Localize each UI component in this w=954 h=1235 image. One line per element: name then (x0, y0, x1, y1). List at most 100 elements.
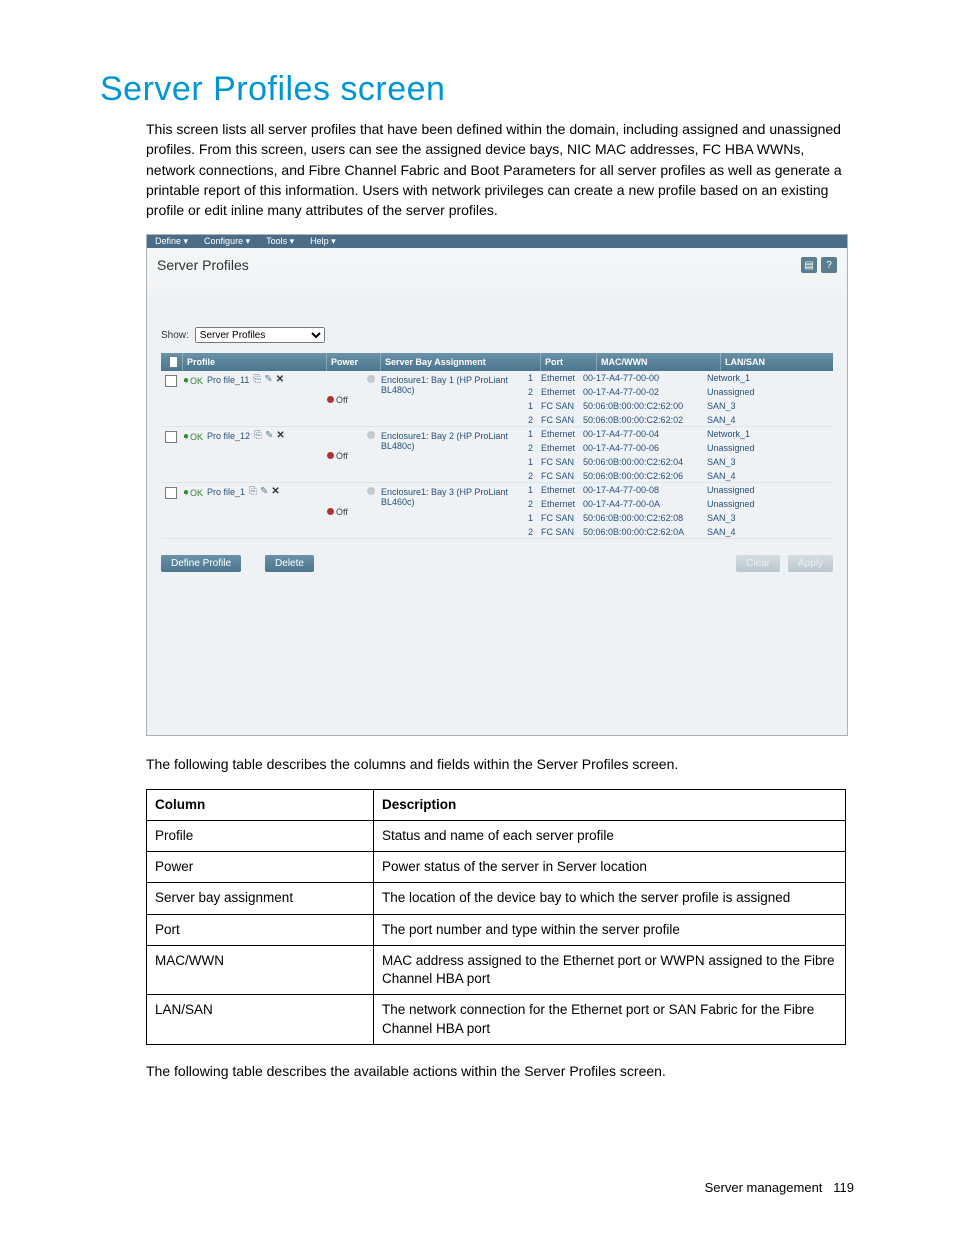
port-lan[interactable]: Unassigned (703, 499, 833, 509)
edit-icon[interactable]: ✎ (260, 487, 268, 497)
col-profile[interactable]: Profile (183, 353, 327, 371)
port-row: 2FC SAN50:06:0B:00:00:C2:62:02SAN_4 (523, 413, 833, 426)
apply-button[interactable]: Apply (788, 555, 833, 572)
row-checkbox[interactable] (165, 487, 177, 499)
col-port[interactable]: Port (541, 353, 597, 371)
port-num: 2 (523, 387, 537, 397)
port-mac: 50:06:0B:00:00:C2:62:0A (579, 527, 703, 537)
row-checkbox[interactable] (165, 375, 177, 387)
port-row: 1Ethernet00-17-A4-77-00-04Network_1 (523, 427, 833, 441)
desc-text: Status and name of each server profile (374, 821, 846, 852)
col-mac[interactable]: MAC/WWN (597, 353, 721, 371)
port-num: 2 (523, 415, 537, 425)
port-mac: 50:06:0B:00:00:C2:62:06 (579, 471, 703, 481)
port-num: 2 (523, 471, 537, 481)
delete-icon[interactable]: ✕ (276, 375, 284, 385)
port-lan[interactable]: SAN_4 (703, 471, 833, 481)
desc-col: Server bay assignment (147, 883, 374, 914)
desc-text: Power status of the server in Server loc… (374, 852, 846, 883)
desc-row: ProfileStatus and name of each server pr… (147, 821, 846, 852)
copy-icon[interactable]: ⎘ (253, 375, 261, 385)
intro-paragraph: This screen lists all server profiles th… (146, 119, 854, 220)
port-num: 2 (523, 499, 537, 509)
port-lan[interactable]: Unassigned (703, 387, 833, 397)
edit-icon[interactable]: ✎ (265, 431, 273, 441)
port-type: Ethernet (537, 443, 579, 453)
delete-icon[interactable]: ✕ (276, 431, 284, 441)
panel-title: Server Profiles (157, 257, 249, 273)
desc-row: Server bay assignmentThe location of the… (147, 883, 846, 914)
power-off-icon (327, 396, 334, 403)
port-mac: 50:06:0B:00:00:C2:62:04 (579, 457, 703, 467)
port-row: 2FC SAN50:06:0B:00:00:C2:62:06SAN_4 (523, 469, 833, 482)
port-lan[interactable]: Unassigned (703, 443, 833, 453)
menubar[interactable]: Define ▾ Configure ▾ Tools ▾ Help ▾ (147, 235, 847, 248)
edit-icon[interactable]: ✎ (264, 375, 272, 385)
port-lan[interactable]: Network_1 (703, 373, 833, 383)
menu-tools[interactable]: Tools ▾ (266, 236, 294, 247)
copy-icon[interactable]: ⎘ (254, 431, 262, 441)
menu-help[interactable]: Help ▾ (310, 236, 336, 247)
port-mac: 50:06:0B:00:00:C2:62:08 (579, 513, 703, 523)
status-ok-icon: OK (183, 431, 199, 442)
port-type: Ethernet (537, 373, 579, 383)
desc-text: The network connection for the Ethernet … (374, 995, 846, 1044)
delete-icon[interactable]: ✕ (271, 487, 279, 497)
port-type: FC SAN (537, 415, 579, 425)
col-power[interactable]: Power (327, 353, 381, 371)
bay-assignment[interactable]: Enclosure1: Bay 2 (HP ProLiant BL480c) (377, 429, 523, 482)
port-num: 1 (523, 429, 537, 439)
columns-description-table: Column Description ProfileStatus and nam… (146, 789, 846, 1045)
desc-row: PortThe port number and type within the … (147, 914, 846, 945)
profile-link[interactable]: Pro file_12 (207, 431, 250, 441)
port-num: 2 (523, 527, 537, 537)
delete-button[interactable]: Delete (265, 555, 314, 572)
port-mac: 00-17-A4-77-00-04 (579, 429, 703, 439)
uid-icon[interactable] (367, 375, 375, 383)
app-screenshot: Define ▾ Configure ▾ Tools ▾ Help ▾ Serv… (146, 234, 848, 736)
port-row: 2Ethernet00-17-A4-77-00-0AUnassigned (523, 497, 833, 511)
port-lan[interactable]: SAN_3 (703, 513, 833, 523)
profile-link[interactable]: Pro file_1 (207, 487, 245, 497)
port-row: 2Ethernet00-17-A4-77-00-06Unassigned (523, 441, 833, 455)
profile-link[interactable]: Pro file_11 (207, 375, 249, 385)
port-type: Ethernet (537, 485, 579, 495)
bay-assignment[interactable]: Enclosure1: Bay 1 (HP ProLiant BL480c) (377, 373, 523, 426)
desc-text: MAC address assigned to the Ethernet por… (374, 945, 846, 994)
menu-configure[interactable]: Configure ▾ (204, 236, 250, 247)
port-num: 1 (523, 457, 537, 467)
port-lan[interactable]: Unassigned (703, 485, 833, 495)
port-lan[interactable]: SAN_4 (703, 415, 833, 425)
port-type: Ethernet (537, 387, 579, 397)
port-row: 1FC SAN50:06:0B:00:00:C2:62:08SAN_3 (523, 511, 833, 525)
show-select[interactable]: Server Profiles (195, 327, 325, 343)
help-icon[interactable]: ? (821, 257, 837, 273)
select-all-checkbox[interactable] (169, 356, 178, 368)
desc-col: MAC/WWN (147, 945, 374, 994)
define-profile-button[interactable]: Define Profile (161, 555, 241, 572)
port-lan[interactable]: Network_1 (703, 429, 833, 439)
uid-icon[interactable] (367, 487, 375, 495)
bay-assignment[interactable]: Enclosure1: Bay 3 (HP ProLiant BL460c) (377, 485, 523, 538)
print-icon[interactable]: ▤ (801, 257, 817, 273)
menu-define[interactable]: Define ▾ (155, 236, 188, 247)
clear-button[interactable]: Clear (736, 555, 780, 572)
port-type: Ethernet (537, 499, 579, 509)
col-bay[interactable]: Server Bay Assignment (381, 353, 541, 371)
row-checkbox[interactable] (165, 431, 177, 443)
desc-col: Profile (147, 821, 374, 852)
port-mac: 50:06:0B:00:00:C2:62:02 (579, 415, 703, 425)
profile-row: OKPro file_1⎘✎✕OffEnclosure1: Bay 3 (HP … (161, 483, 833, 539)
port-row: 1Ethernet00-17-A4-77-00-08Unassigned (523, 483, 833, 497)
port-mac: 00-17-A4-77-00-02 (579, 387, 703, 397)
port-lan[interactable]: SAN_3 (703, 457, 833, 467)
port-num: 1 (523, 401, 537, 411)
port-lan[interactable]: SAN_3 (703, 401, 833, 411)
copy-icon[interactable]: ⎘ (249, 487, 257, 497)
desc-th-description: Description (374, 789, 846, 820)
page-footer: Server management 119 (705, 1180, 854, 1195)
col-lan[interactable]: LAN/SAN (721, 353, 829, 371)
port-lan[interactable]: SAN_4 (703, 527, 833, 537)
port-row: 1Ethernet00-17-A4-77-00-00Network_1 (523, 371, 833, 385)
uid-icon[interactable] (367, 431, 375, 439)
